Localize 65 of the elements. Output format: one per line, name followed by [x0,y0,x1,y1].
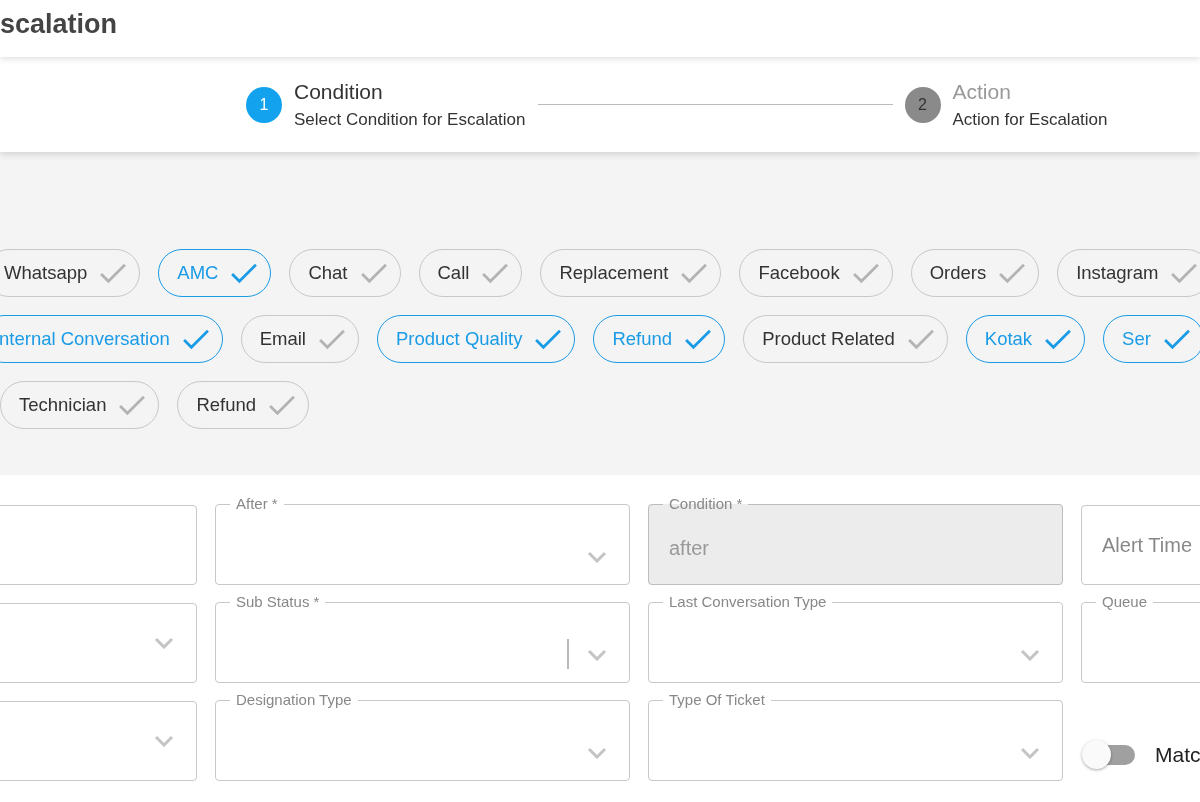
check-icon [1044,328,1073,350]
check-icon [181,328,210,350]
channel-chip[interactable]: Facebook [739,249,893,297]
chevron-down-icon [154,637,174,649]
check-icon [481,262,510,284]
step-subtitle: Action for Escalation [952,109,1108,130]
channel-chip[interactable]: nternal Conversation [0,315,223,363]
check-icon [680,262,709,284]
select-field[interactable]: Type Of Ticket [648,691,1063,781]
check-icon [851,262,880,284]
channel-chip[interactable]: Product Related [743,315,948,363]
chevron-down-icon [587,551,607,563]
chevron-down-icon [587,649,607,661]
channel-chip[interactable]: Kotak [965,315,1086,363]
select-field[interactable]: Designation Type [215,691,630,781]
field-label: Type Of Ticket [668,691,766,709]
check-icon [118,394,147,416]
chevron-down-icon [587,747,607,759]
step-number[interactable]: 1 [246,86,282,123]
channel-chip[interactable]: Refund [593,315,726,363]
channel-chip[interactable]: Email [240,315,359,363]
field-label: Sub Status * [235,593,321,611]
channel-chip[interactable]: Whatsapp [0,249,141,297]
channel-chip[interactable]: Orders [910,249,1040,297]
field-label: Queue [1101,593,1149,611]
check-icon [534,328,563,350]
field-label: After * [235,495,279,513]
step-title: Condition [294,79,384,104]
toggle-switch[interactable] [1081,740,1137,770]
check-icon [230,262,259,284]
chevron-down-icon [154,735,174,747]
channel-chip[interactable]: AMC [158,249,272,297]
step-number[interactable]: 2 [904,86,941,123]
channel-chip[interactable]: Product Quality [377,315,576,363]
check-icon [318,328,346,350]
step-title: Action [952,79,1012,104]
channel-chip[interactable]: Technician [0,381,160,429]
field-label: Condition * [668,495,744,513]
check-icon [359,262,388,284]
check-icon [268,394,297,416]
field-placeholder: Alert Time [1102,533,1193,557]
channel-chip[interactable]: Replacement [540,249,722,297]
channel-chip[interactable]: Ser [1103,315,1200,363]
field-label: Last Conversation Type [668,593,828,611]
toggle-label: Matc [1155,743,1200,767]
channel-chip[interactable]: Chat [289,249,401,297]
select-field[interactable]: After * [215,495,630,585]
check-icon [906,328,935,350]
field-label: Designation Type [235,691,353,709]
channel-chip[interactable]: Refund [177,381,310,429]
check-icon [684,328,713,350]
check-icon [1170,262,1199,284]
select-field[interactable]: Last Conversation Type [648,593,1063,683]
channel-chip[interactable]: Call [418,249,523,297]
step-subtitle: Select Condition for Escalation [294,109,526,130]
check-icon [998,262,1027,284]
chevron-down-icon [1020,747,1040,759]
field-value: after [669,537,710,560]
select-field[interactable]: Sub Status * [215,593,630,683]
input-field[interactable]: Alert Time [1081,505,1200,585]
check-icon [1162,328,1191,350]
channel-chip[interactable]: Instagram [1057,249,1200,297]
page-title: scalation [0,9,118,40]
chevron-down-icon [1020,649,1040,661]
check-icon [99,262,128,284]
